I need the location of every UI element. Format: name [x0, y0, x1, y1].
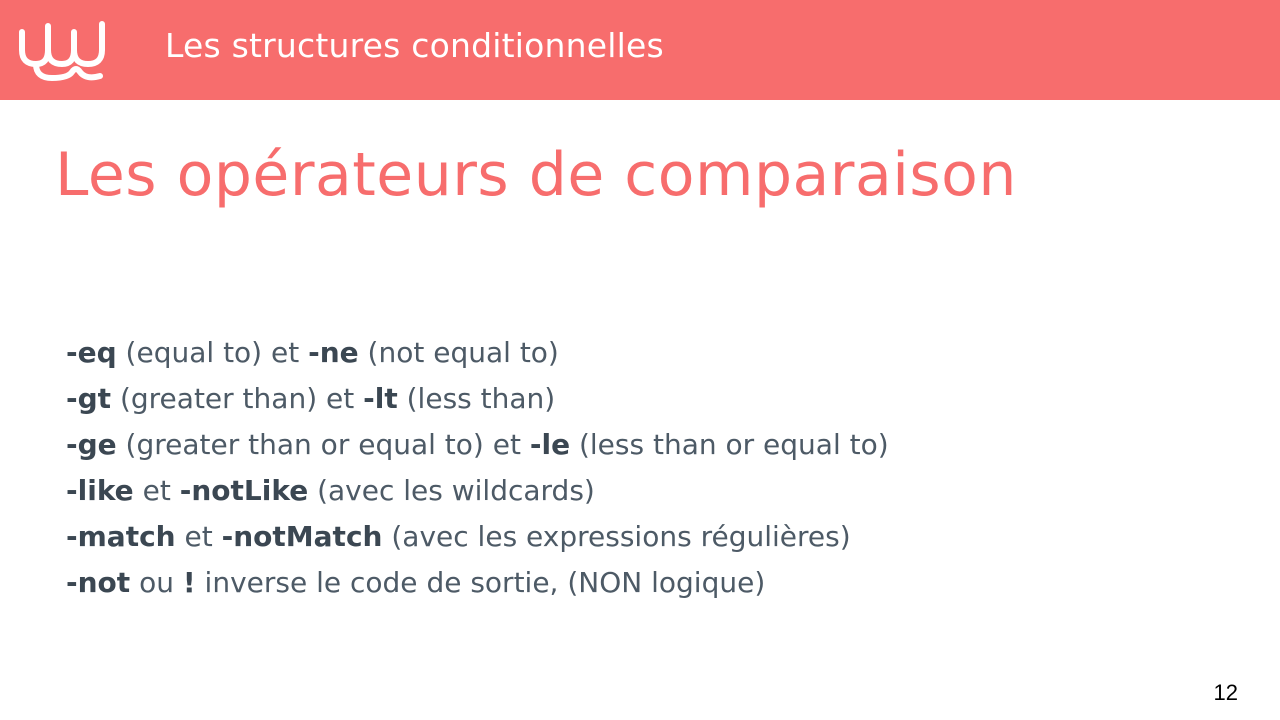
list-item: -ge (greater than or equal to) et -le (l… [66, 422, 889, 468]
slide-header: Les structures conditionnelles [0, 0, 1280, 100]
operator-description: (greater than or equal to) et [116, 428, 530, 461]
operator-description: inverse le code de sortie, (NON logique) [195, 566, 766, 599]
list-item: -gt (greater than) et -lt (less than) [66, 376, 889, 422]
list-item: -match et -notMatch (avec les expression… [66, 514, 889, 560]
operator-keyword: -not [66, 566, 131, 599]
operator-description: (less than) [397, 382, 556, 415]
list-item: -like et -notLike (avec les wildcards) [66, 468, 889, 514]
list-item: -not ou ! inverse le code de sortie, (NO… [66, 560, 889, 606]
operator-keyword: -notLike [179, 474, 309, 507]
operator-keyword: -gt [66, 382, 112, 415]
operator-keyword: -ge [66, 428, 117, 461]
operator-keyword: -eq [66, 336, 117, 369]
slide-title: Les opérateurs de comparaison [55, 140, 1017, 210]
operator-keyword: -ne [308, 336, 359, 369]
page-number: 12 [1213, 680, 1238, 705]
operator-description: et [133, 474, 180, 507]
operator-keyword: -notMatch [221, 520, 383, 553]
operator-description: (less than or equal to) [570, 428, 889, 461]
operator-description: ou [130, 566, 183, 599]
header-title: Les structures conditionnelles [165, 26, 664, 65]
operator-description: (not equal to) [358, 336, 559, 369]
operator-description: et [175, 520, 222, 553]
operator-list: -eq (equal to) et -ne (not equal to) -gt… [66, 330, 889, 606]
operator-keyword: -like [66, 474, 134, 507]
list-item: -eq (equal to) et -ne (not equal to) [66, 330, 889, 376]
operator-description: (avec les wildcards) [308, 474, 595, 507]
operator-keyword: -lt [363, 382, 398, 415]
operator-description: (avec les expressions régulières) [382, 520, 851, 553]
operator-keyword: -le [529, 428, 571, 461]
operator-keyword: ! [182, 566, 196, 599]
operator-description: (equal to) et [116, 336, 309, 369]
operator-keyword: -match [66, 520, 176, 553]
wave-logo-icon [19, 21, 105, 81]
operator-description: (greater than) et [111, 382, 364, 415]
